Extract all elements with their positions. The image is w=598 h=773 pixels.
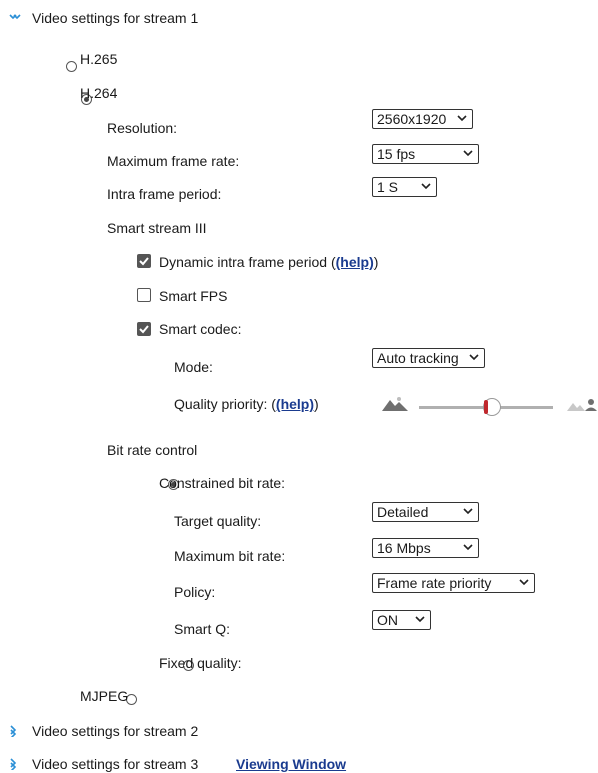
- check-icon: [139, 325, 149, 334]
- policy-select[interactable]: Frame rate priority: [372, 573, 535, 593]
- dynamic-intra-checkbox[interactable]: [137, 254, 151, 268]
- frame-rate-label: Maximum frame rate:: [107, 153, 240, 169]
- target-quality-label: Target quality:: [174, 513, 262, 529]
- smart-q-value: ON: [377, 612, 398, 628]
- smart-q-label: Smart Q:: [174, 621, 231, 637]
- dynamic-intra-label: Dynamic intra frame period ((help)): [159, 253, 378, 271]
- constrained-label: Constrained bit rate:: [159, 475, 286, 491]
- dynamic-intra-close: ): [373, 254, 379, 270]
- mode-value: Auto tracking: [377, 350, 459, 366]
- resolution-select[interactable]: 2560x1920: [372, 109, 473, 129]
- policy-value: Frame rate priority: [377, 575, 492, 591]
- collapsed-arrow-icon: [10, 725, 17, 737]
- frame-rate-select[interactable]: 15 fps: [372, 144, 479, 164]
- smart-q-select[interactable]: ON: [372, 610, 431, 630]
- chevron-down-icon: [469, 354, 479, 361]
- quality-priority-text: Quality priority: (: [174, 396, 276, 412]
- max-bitrate-select[interactable]: 16 Mbps: [372, 538, 479, 558]
- mode-select[interactable]: Auto tracking: [372, 348, 485, 368]
- slider-handle[interactable]: [483, 398, 501, 416]
- quality-priority-label: Quality priority: ((help)): [174, 395, 319, 413]
- resolution-value: 2560x1920: [377, 111, 447, 127]
- resolution-label: Resolution:: [107, 120, 178, 136]
- chevron-down-icon: [463, 150, 473, 157]
- quality-priority-slider[interactable]: [419, 397, 553, 417]
- check-icon: [139, 257, 149, 266]
- expanded-arrow-icon: [9, 14, 21, 20]
- smart-stream-title: Smart stream III: [107, 220, 207, 236]
- h265-radio[interactable]: [66, 61, 77, 72]
- chevron-down-icon: [421, 183, 431, 190]
- smart-fps-label: Smart FPS: [159, 288, 228, 304]
- max-bitrate-value: 16 Mbps: [377, 540, 431, 556]
- stream1-label: Video settings for stream 1: [32, 10, 199, 26]
- chevron-down-icon: [415, 616, 425, 623]
- quality-priority-close: ): [314, 396, 319, 412]
- target-quality-value: Detailed: [377, 504, 429, 520]
- chevron-down-icon: [457, 115, 467, 122]
- bitrate-title: Bit rate control: [107, 442, 198, 458]
- frame-rate-value: 15 fps: [377, 146, 416, 162]
- smart-codec-label: Smart codec:: [159, 321, 242, 337]
- collapsed-arrow-icon: [10, 758, 17, 770]
- smart-codec-checkbox[interactable]: [137, 322, 151, 336]
- target-quality-select[interactable]: Detailed: [372, 502, 479, 522]
- person-landscape-icon: [567, 399, 597, 411]
- dynamic-intra-help-link[interactable]: (help): [336, 254, 374, 270]
- quality-priority-help-link[interactable]: (help): [276, 396, 314, 412]
- stream3-label: Video settings for stream 3: [32, 756, 199, 772]
- smart-fps-checkbox[interactable]: [137, 288, 151, 302]
- stream2-label: Video settings for stream 2: [32, 723, 199, 739]
- slider-handle-mark: [484, 400, 488, 414]
- chevron-down-icon: [463, 508, 473, 515]
- mode-label: Mode:: [174, 359, 213, 375]
- chevron-down-icon: [519, 579, 529, 586]
- mjpeg-label: MJPEG: [80, 688, 129, 704]
- intra-period-value: 1 S: [377, 179, 399, 195]
- max-bitrate-label: Maximum bit rate:: [174, 548, 286, 564]
- policy-label: Policy:: [174, 584, 216, 600]
- intra-period-select[interactable]: 1 S: [372, 177, 437, 197]
- h264-label: H.264: [80, 85, 118, 101]
- dynamic-intra-text: Dynamic intra frame period (: [159, 254, 336, 270]
- chevron-down-icon: [463, 544, 473, 551]
- h265-label: H.265: [80, 51, 118, 67]
- landscape-icon: [382, 397, 408, 411]
- viewing-window-link[interactable]: Viewing Window: [236, 755, 346, 773]
- intra-period-label: Intra frame period:: [107, 186, 222, 202]
- fixed-quality-label: Fixed quality:: [159, 655, 242, 671]
